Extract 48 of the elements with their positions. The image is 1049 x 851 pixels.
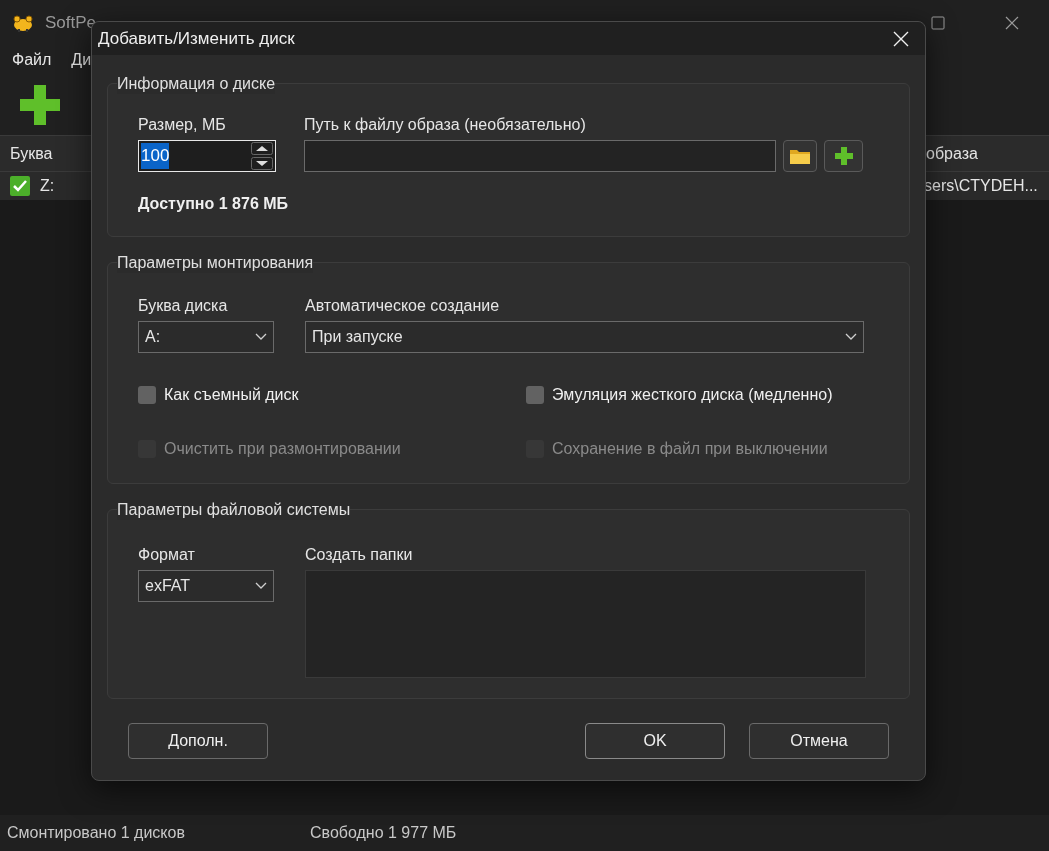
status-text: Смонтировано 1 дисков <box>6 823 186 843</box>
status-text: Свободно 1 977 МБ <box>310 823 457 843</box>
plus-icon <box>833 146 854 166</box>
plus-icon[interactable] <box>18 83 62 127</box>
format-select[interactable]: exFAT <box>138 570 274 602</box>
field-label: Буква диска <box>138 297 229 315</box>
field-label: Размер, МБ <box>138 116 227 134</box>
menu-item[interactable]: Ди <box>71 48 92 72</box>
checkbox-label: Сохранение в файл при выключении <box>552 439 828 459</box>
menu-item[interactable]: Файл <box>12 48 52 72</box>
browse-button[interactable] <box>783 140 817 172</box>
dialog-button[interactable]: Дополн. <box>128 723 268 759</box>
column-header[interactable]: Буква <box>0 141 80 166</box>
checkbox-label: Очистить при размонтировании <box>164 439 401 459</box>
table-cell-text: sers\CTYDEH... <box>924 176 1039 196</box>
column-header[interactable]: образа <box>926 141 1049 166</box>
group-legend: Параметры файловой системы <box>117 500 351 520</box>
size-spinbox[interactable]: 100 <box>138 140 276 172</box>
field-label: Формат <box>138 546 196 564</box>
add-button[interactable] <box>824 140 863 172</box>
chevron-down-icon <box>255 333 267 341</box>
dialog-button[interactable]: Отмена <box>749 723 889 759</box>
app-title: SoftPe <box>45 11 97 34</box>
chevron-down-icon <box>845 333 857 341</box>
field-label: Автоматическое создание <box>305 297 501 315</box>
group-legend: Параметры монтирования <box>117 253 314 273</box>
table-cell-text: Z: <box>40 176 55 196</box>
chevron-down-icon <box>255 582 267 590</box>
folder-icon <box>789 147 811 165</box>
spin-down-icon[interactable] <box>251 157 273 170</box>
maximize-icon[interactable] <box>931 15 945 30</box>
checkbox-label: Как съемный диск <box>164 385 299 405</box>
close-icon[interactable] <box>1005 15 1019 30</box>
auto-create-select[interactable]: При запуске <box>305 321 864 353</box>
checkbox[interactable] <box>138 386 156 404</box>
path-input[interactable] <box>304 140 776 172</box>
available-space: Доступно 1 876 МБ <box>137 194 290 214</box>
drive-letter-select[interactable]: A: <box>138 321 274 353</box>
field-label: Путь к файлу образа (необязательно) <box>304 116 587 134</box>
spin-up-icon[interactable] <box>251 142 273 155</box>
checkbox[interactable] <box>526 386 544 404</box>
checkbox-label: Эмуляция жесткого диска (медленно) <box>552 385 833 405</box>
check-icon[interactable] <box>10 176 30 196</box>
dialog-button[interactable]: OK <box>585 723 725 759</box>
field-label: Создать папки <box>305 546 414 564</box>
size-value: 100 <box>141 143 170 169</box>
group-legend: Информация о диске <box>117 74 276 94</box>
dialog-title: Добавить/Изменить диск <box>98 27 295 50</box>
